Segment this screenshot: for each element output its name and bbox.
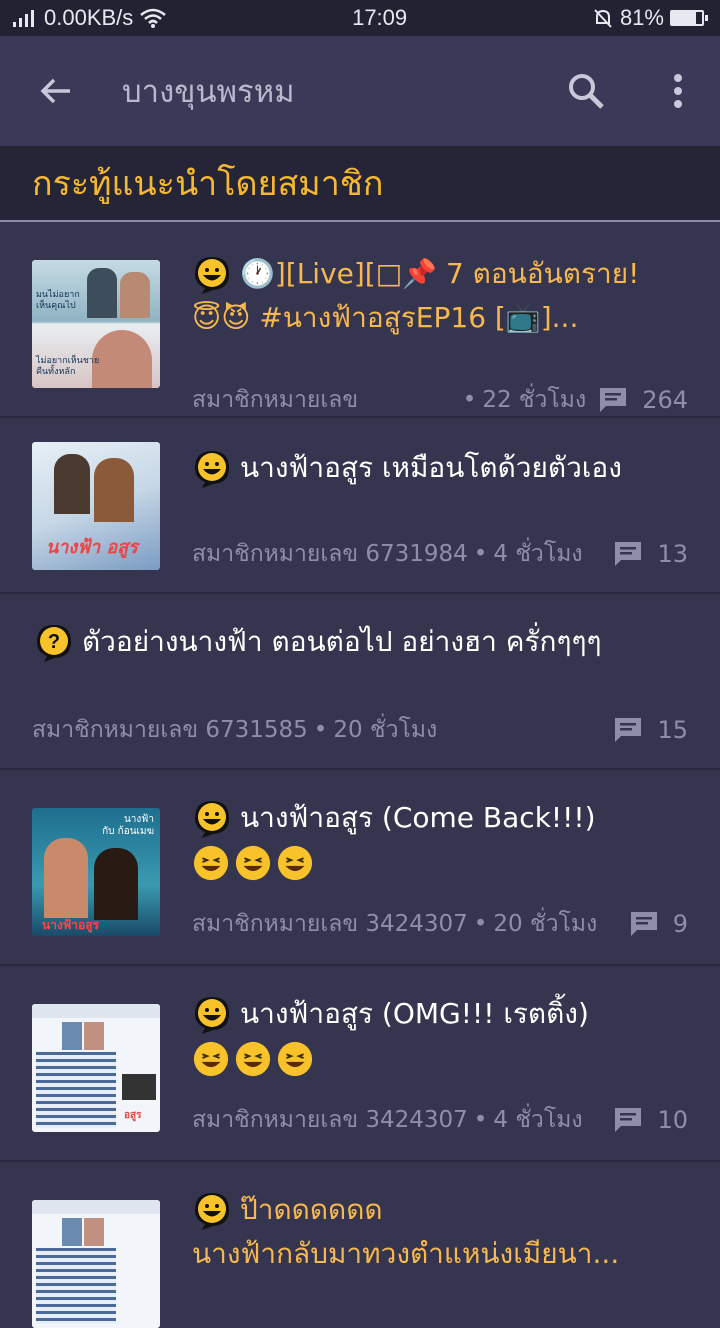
app-bar: บางขุนพรหม (0, 36, 720, 146)
post-meta: สมาชิกหมายเลข 3424307 • 20 ชั่วโมง 9 (192, 906, 688, 942)
svg-text:?: ? (48, 631, 60, 653)
post-author: สมาชิกหมายเลข 6731984 (192, 541, 468, 567)
comment-count: 13 (657, 540, 688, 568)
grinning-emoji-icon (276, 1040, 314, 1078)
search-icon (569, 74, 604, 109)
more-vert-icon (674, 74, 682, 108)
more-options-button[interactable] (656, 69, 700, 113)
post-author: สมาชิกหมายเลข (192, 387, 359, 413)
tv-emoji-icon: 📺 (505, 301, 541, 334)
post-thumbnail: มนไม่อยาก เห็นคุณไป ไม่อยากเห็นชาย คืนทั้ง… (32, 260, 160, 388)
page-title: บางขุนพรหม (122, 74, 295, 110)
post-title: 🕐][Live][□📌 7 ตอนอันตราย! 😇😈 #นางฟ้าอสูร… (192, 255, 640, 334)
pantip-emoticon-icon (192, 255, 232, 295)
angel-emoji-icon: 😇 (192, 301, 222, 334)
post-meta: สมาชิกหมายเลข • 22 ชั่วโมง 264 (192, 382, 688, 418)
post-title: ? ตัวอย่างนางฟ้า ตอนต่อไป อย่างฮา ครั่กๆ… (34, 620, 700, 664)
post-title: นางฟ้าอสูร (Come Back!!!) (192, 796, 700, 884)
comment-count: 9 (672, 910, 688, 938)
list-item[interactable]: มนไม่อยาก เห็นคุณไป ไม่อยากเห็นชาย คืนทั้ง… (0, 222, 720, 418)
comment-count: 15 (657, 716, 688, 744)
post-meta: สมาชิกหมายเลข 6731984 • 4 ชั่วโมง 13 (192, 536, 688, 572)
comment-icon (613, 540, 643, 568)
list-item[interactable]: อสูร นางฟ้าอสูร (OMG!!! เรตติ้ง) สมาชิกห… (0, 966, 720, 1162)
comment-icon (613, 1106, 643, 1134)
list-item[interactable]: นางฟ้า อสูร นางฟ้าอสูร เหมือนโตด้วยตัวเอ… (0, 418, 720, 594)
comment-count: 264 (642, 386, 688, 414)
post-thumbnail: นางฟ้า อสูร (32, 442, 160, 570)
post-author: สมาชิกหมายเลข 3424307 (192, 1107, 468, 1133)
wifi-icon (140, 8, 167, 28)
grinning-emoji-icon (192, 1040, 230, 1078)
pantip-emoticon-icon (192, 995, 232, 1035)
list-item[interactable]: ป๊าดดดดดด นางฟ้ากลับมาทวงตำแหน่งเมียนา..… (0, 1162, 720, 1328)
network-speed: 0.00KB/s (44, 5, 134, 30)
post-thumbnail (32, 1200, 160, 1328)
post-author: สมาชิกหมายเลข 3424307 (192, 911, 468, 937)
post-title: นางฟ้าอสูร (OMG!!! เรตติ้ง) (192, 992, 700, 1080)
clock: 17:09 (352, 5, 408, 30)
post-title: ป๊าดดดดดด นางฟ้ากลับมาทวงตำแหน่งเมียนา..… (192, 1191, 620, 1270)
comment-count: 10 (657, 1106, 688, 1134)
section-header: กระทู้แนะนำโดยสมาชิก (0, 146, 720, 222)
pantip-emoticon-icon (192, 1191, 232, 1231)
list-item[interactable]: นางฟ้า กับ ก้อนเมฆ นางฟ้าอสูร นางฟ้าอสูร … (0, 770, 720, 966)
post-author: สมาชิกหมายเลข 6731585 (32, 717, 308, 743)
list-item[interactable]: ? ตัวอย่างนางฟ้า ตอนต่อไป อย่างฮา ครั่กๆ… (0, 594, 720, 770)
pantip-emoticon-icon (192, 799, 232, 839)
post-thumbnail: นางฟ้า กับ ก้อนเมฆ นางฟ้าอสูร (32, 808, 160, 936)
post-meta: สมาชิกหมายเลข 3424307 • 4 ชั่วโมง 10 (192, 1102, 688, 1138)
comment-icon (598, 386, 628, 414)
battery-percent: 81% (619, 5, 664, 30)
post-list: มนไม่อยาก เห็นคุณไป ไม่อยากเห็นชาย คืนทั้ง… (0, 222, 720, 1328)
grinning-emoji-icon (234, 1040, 272, 1078)
grinning-emoji-icon (234, 844, 272, 882)
post-meta: สมาชิกหมายเลข 6731585 • 20 ชั่วโมง 15 (32, 712, 688, 748)
post-title: นางฟ้าอสูร เหมือนโตด้วยตัวเอง (192, 446, 700, 490)
status-bar: 0.00KB/s 17:09 81% (0, 0, 720, 36)
signal-icon (13, 10, 34, 27)
post-time: 4 ชั่วโมง (493, 1107, 583, 1133)
post-time: 20 ชั่วโมง (333, 717, 438, 743)
devil-emoji-icon: 😈 (221, 301, 251, 334)
back-arrow-icon (40, 78, 70, 104)
grinning-emoji-icon (192, 844, 230, 882)
battery-icon (669, 10, 708, 26)
post-thumbnail: อสูร (32, 1004, 160, 1132)
search-button[interactable] (564, 69, 608, 113)
mute-bell-icon (594, 9, 612, 28)
question-emoticon-icon: ? (37, 625, 71, 662)
pantip-emoticon-icon (192, 449, 232, 489)
comment-icon (613, 716, 643, 744)
post-time: 20 ชั่วโมง (493, 911, 598, 937)
post-time: 22 ชั่วโมง (482, 387, 587, 413)
back-button[interactable] (34, 69, 78, 113)
post-time: 4 ชั่วโมง (493, 541, 583, 567)
grinning-emoji-icon (276, 844, 314, 882)
comment-icon (629, 910, 659, 938)
